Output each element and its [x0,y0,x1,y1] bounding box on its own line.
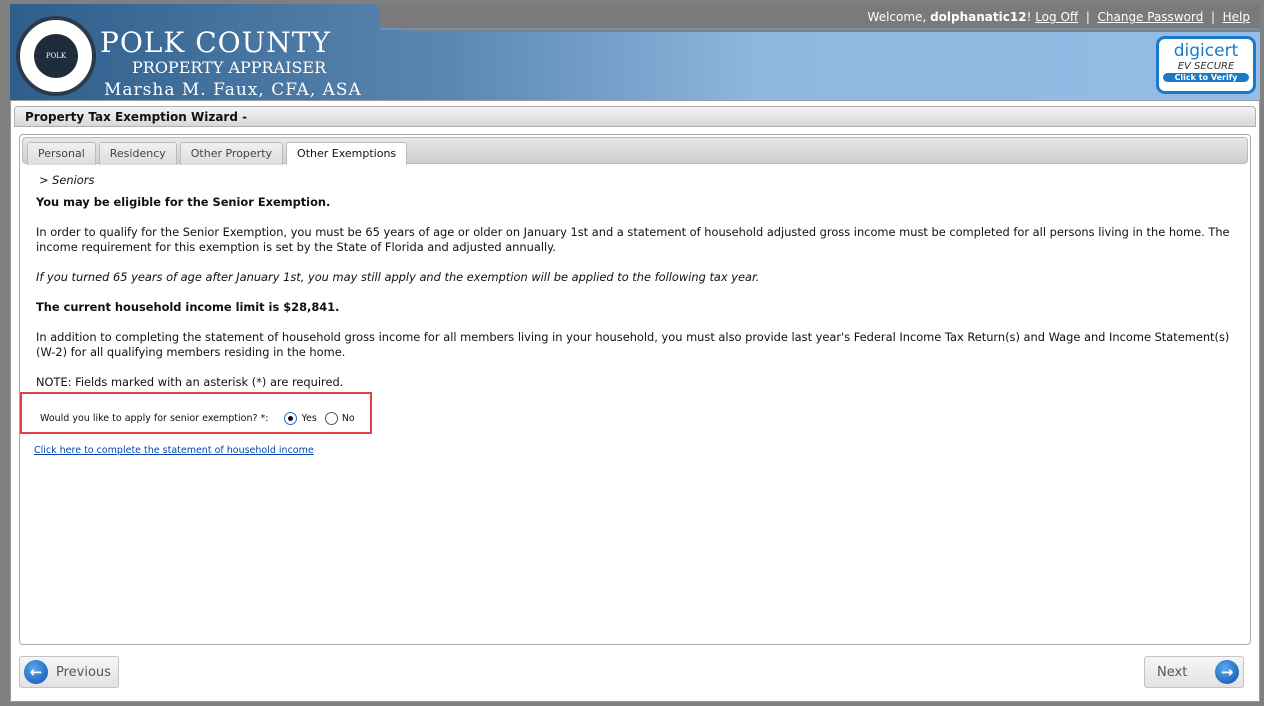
heading: You may be eligible for the Senior Exemp… [36,195,331,209]
documents-text: In addition to completing the statement … [36,330,1230,359]
tab-other-exemptions[interactable]: Other Exemptions [286,142,408,165]
arrow-left-icon: ← [24,660,48,684]
household-income-link[interactable]: Click here to complete the statement of … [34,445,314,456]
tab-residency[interactable]: Residency [98,142,177,165]
panel-title: Property Tax Exemption Wizard - [14,106,1256,127]
yes-radio[interactable] [284,412,298,425]
tab-personal[interactable]: Personal [27,142,96,165]
arrow-right-icon: → [1215,660,1239,684]
site-title: POLK COUNTY [100,26,331,59]
no-radio[interactable] [324,412,338,425]
digicert-badge[interactable]: digicert EV SECURE Click to Verify [1156,36,1256,94]
wizard-panel: Property Tax Exemption Wizard - Personal… [10,100,1260,702]
county-seal-logo: POLK [16,16,96,96]
income-limit: The current household income limit is $2… [36,300,340,314]
requirements-text: In order to qualify for the Senior Exemp… [36,225,1230,254]
site-subtitle: PROPERTY APPRAISER [132,58,327,77]
wizard-content: Personal Residency Other Property Other … [19,134,1251,645]
breadcrumb: > Seniors [39,173,95,187]
tab-other-property[interactable]: Other Property [179,142,284,165]
logoff-link[interactable]: Log Off [1035,10,1078,24]
appraiser-name: Marsha M. Faux, CFA, ASA [104,80,362,100]
required-note: NOTE: Fields marked with an asterisk (*)… [36,375,344,389]
username: dolphanatic12 [930,10,1027,24]
next-button[interactable]: Next → [1144,656,1244,688]
tab-bar: Personal Residency Other Property Other … [22,137,1248,165]
late-birthday-note: If you turned 65 years of age after Janu… [36,270,760,284]
change-password-link[interactable]: Change Password [1098,10,1204,24]
user-links: Welcome, dolphanatic12! Log Off | Change… [867,10,1250,24]
previous-button[interactable]: ← Previous [19,656,119,688]
help-link[interactable]: Help [1223,10,1250,24]
senior-exemption-question: Would you like to apply for senior exemp… [20,392,372,434]
